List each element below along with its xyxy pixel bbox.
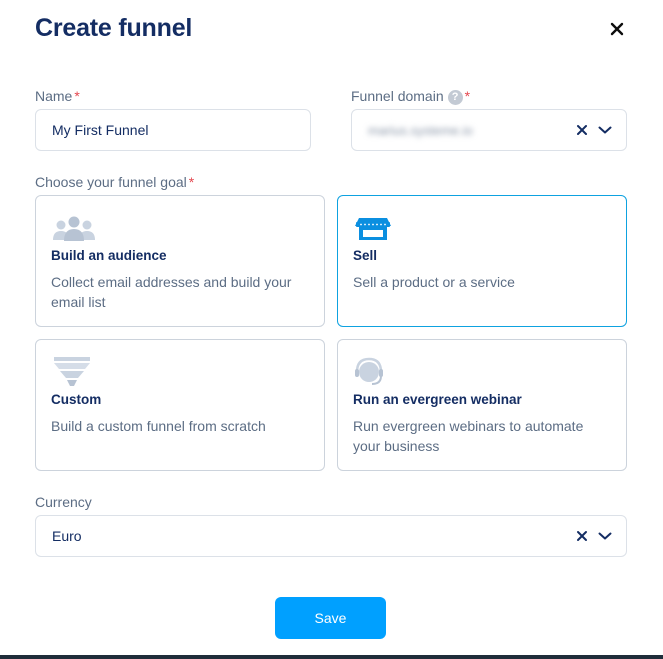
close-icon [610, 22, 624, 36]
name-label-text: Name [35, 88, 73, 104]
name-input-value: My First Funnel [52, 122, 149, 138]
domain-select[interactable]: marius.systeme.io [351, 109, 627, 151]
name-input[interactable]: My First Funnel [35, 109, 311, 151]
goal-card-title: Run an evergreen webinar [353, 392, 522, 407]
currency-select-value: Euro [52, 528, 82, 544]
currency-select-controls [576, 516, 612, 556]
domain-label-text: Funnel domain [351, 88, 444, 104]
funnel-icon [51, 354, 97, 388]
goal-card-title: Sell [353, 248, 378, 263]
save-button[interactable]: Save [275, 597, 386, 639]
goal-card-sell[interactable]: Sell Sell a product or a service [337, 195, 627, 327]
create-funnel-modal: Create funnel Name * My First Funnel Funn… [0, 0, 663, 655]
audience-icon [51, 210, 97, 244]
goal-card-description: Sell a product or a service [353, 274, 515, 290]
goal-label: Choose your funnel goal * [35, 174, 194, 190]
name-label: Name * [35, 88, 80, 104]
required-mark: * [464, 88, 471, 104]
goal-card-title: Custom [51, 392, 102, 407]
bottom-edge [0, 655, 663, 659]
headset-icon [353, 354, 399, 388]
domain-label: Funnel domain? * [351, 88, 470, 105]
chevron-down-icon[interactable] [598, 125, 612, 135]
clear-icon[interactable] [576, 124, 588, 136]
goal-card-title: Build an audience [51, 248, 167, 263]
required-mark: * [188, 174, 195, 190]
goal-label-text: Choose your funnel goal [35, 174, 187, 190]
goal-card-build-audience[interactable]: Build an audience Collect email addresse… [35, 195, 325, 327]
domain-select-value: marius.systeme.io [368, 123, 473, 138]
goal-card-description: Collect email addresses and build your e… [51, 274, 292, 310]
goal-card-webinar[interactable]: Run an evergreen webinar Run evergreen w… [337, 339, 627, 471]
modal-title: Create funnel [35, 14, 193, 42]
currency-label-text: Currency [35, 494, 92, 510]
required-mark: * [74, 88, 80, 104]
clear-icon[interactable] [576, 530, 588, 542]
close-button[interactable] [606, 18, 628, 40]
store-icon [353, 210, 399, 244]
goal-card-custom[interactable]: Custom Build a custom funnel from scratc… [35, 339, 325, 471]
currency-select[interactable]: Euro [35, 515, 627, 557]
chevron-down-icon[interactable] [598, 531, 612, 541]
goal-card-description: Build a custom funnel from scratch [51, 418, 266, 434]
domain-select-controls [576, 110, 612, 150]
currency-label: Currency [35, 494, 92, 510]
goal-card-description: Run evergreen webinars to automate your … [353, 418, 584, 454]
help-icon[interactable]: ? [447, 90, 463, 105]
